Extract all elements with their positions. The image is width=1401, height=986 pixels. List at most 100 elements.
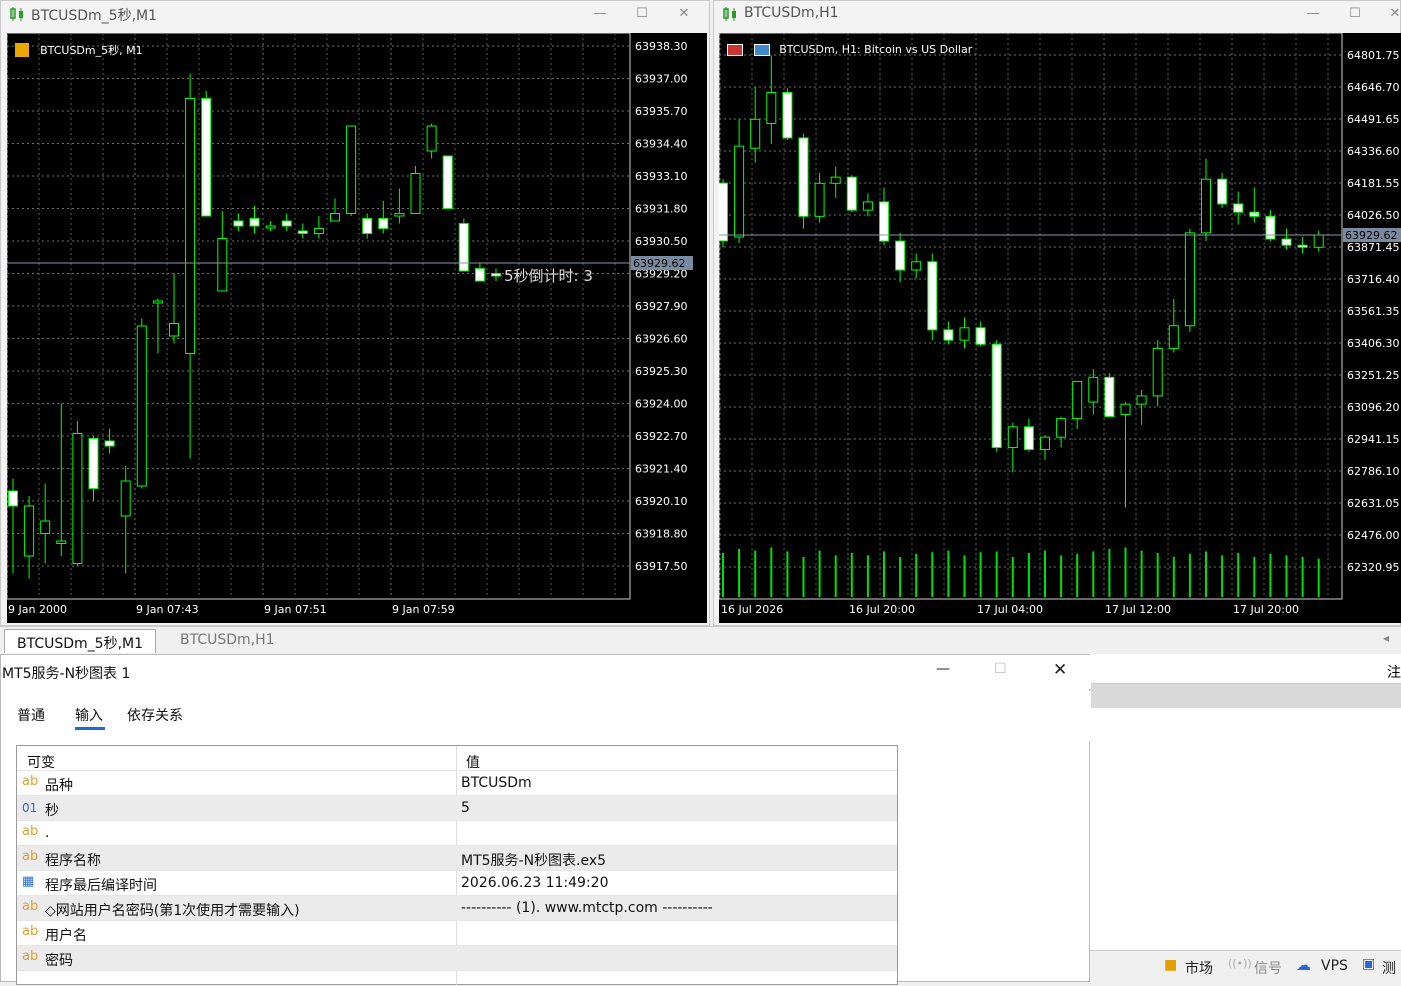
price-tick-label: 62320.95 xyxy=(1347,561,1400,574)
tab-inputs[interactable]: 输入 xyxy=(75,705,103,725)
candle-body xyxy=(750,118,761,149)
price-tick-label: 64801.75 xyxy=(1347,49,1400,62)
right-chart-window[interactable]: BTCUSDm,H1 — ☐ ✕ 64801.75 64646.70 64491.6… xyxy=(713,0,1401,626)
right-chart-area[interactable]: 64801.75 64646.70 64491.65 64336.60 64181.55… xyxy=(719,33,1401,623)
close-icon[interactable]: ✕ xyxy=(677,7,691,21)
price-tick-label: 63934.40 xyxy=(635,138,688,151)
candle-body xyxy=(991,343,1002,448)
left-window-titlebar[interactable]: BTCUSDm_5秒,M1 — ☐ ✕ xyxy=(1,1,709,29)
cpu-icon: ▣ xyxy=(1362,956,1376,972)
string-type-icon: ab xyxy=(22,899,39,914)
chart-tab-bar: BTCUSDm_5秒,M1 BTCUSDm,H1 ◂ xyxy=(0,626,1401,654)
left-chart-window[interactable]: BTCUSDm_5秒,M1 — ☐ ✕ 63938.30 63937.00 6393… xyxy=(0,0,710,626)
string-type-icon: ab xyxy=(22,849,39,864)
candle-body xyxy=(56,540,67,544)
price-tick-label: 63933.10 xyxy=(635,170,688,183)
vps-label[interactable]: VPS xyxy=(1321,958,1348,974)
table-row[interactable]: ▦ 程序最后编译时间 2026.06.23 11:49:20 xyxy=(17,871,897,896)
candle-body xyxy=(1201,178,1211,234)
candle-body xyxy=(152,300,163,304)
tab-btcusdm-5s[interactable]: BTCUSDm_5秒,M1 xyxy=(4,629,157,653)
tab-general[interactable]: 普通 xyxy=(17,705,45,725)
table-row[interactable]: ab ◇网站用户名密码(第1次使用才需要输入) ---------- (1). ww… xyxy=(17,896,897,921)
cloud-icon: ☁ xyxy=(1296,956,1311,974)
close-icon[interactable]: ✕ xyxy=(1053,660,1067,680)
market-label[interactable]: 市场 xyxy=(1185,958,1213,978)
dialog-titlebar[interactable]: MT5服务-N秒图表 1 — ☐ ✕ xyxy=(1,655,1091,689)
candle-body xyxy=(1217,178,1228,205)
right-lower-pane: 注 xyxy=(1090,654,1401,982)
string-type-icon: ab xyxy=(22,949,39,964)
row-name: 程序名称 xyxy=(45,853,101,869)
pane-header-label: 注 xyxy=(1387,665,1401,681)
maximize-icon[interactable]: ☐ xyxy=(1348,7,1362,21)
candle-body xyxy=(1088,376,1099,403)
table-row[interactable]: ab 品种 BTCUSDm xyxy=(17,771,897,796)
candle-body xyxy=(1136,395,1147,405)
price-tick-label: 63716.40 xyxy=(1347,273,1400,286)
candle-body xyxy=(426,125,437,152)
candle-body xyxy=(265,225,276,229)
candle-body xyxy=(297,230,308,234)
row-value[interactable]: BTCUSDm xyxy=(461,775,532,791)
price-tick-label: 62786.10 xyxy=(1347,465,1400,478)
right-window-titlebar[interactable]: BTCUSDm,H1 — ☐ ✕ xyxy=(714,1,1400,29)
right-window-title: BTCUSDm,H1 xyxy=(744,5,839,21)
minimize-icon[interactable]: — xyxy=(1306,7,1320,21)
price-tick-label: 64646.70 xyxy=(1347,81,1400,94)
price-tick-label: 63871.45 xyxy=(1347,241,1400,254)
row-value[interactable]: 2026.06.23 11:49:20 xyxy=(461,875,609,891)
candle-body xyxy=(1297,244,1308,248)
left-chart-label: BTCUSDm_5秒, M1 xyxy=(40,43,143,57)
minimize-icon[interactable]: — xyxy=(936,661,950,677)
row-value[interactable]: ---------- (1). www.mtctp.com ---------- xyxy=(461,900,713,916)
price-tick-label: 62631.05 xyxy=(1347,497,1400,510)
candle-body xyxy=(1056,418,1067,438)
test-label[interactable]: 测 xyxy=(1382,958,1396,978)
candle-body xyxy=(1040,436,1050,451)
tab-dependencies[interactable]: 依存关系 xyxy=(127,705,183,725)
lock-icon: ■ xyxy=(1164,957,1178,973)
candle-body xyxy=(927,261,938,331)
left-chart-label-row: BTCUSDm_5秒, M1 xyxy=(15,39,143,58)
price-tick-label: 63406.30 xyxy=(1347,337,1400,350)
candlestick-icon xyxy=(723,7,736,21)
candle-body xyxy=(895,240,906,271)
table-row[interactable]: ab 程序名称 MT5服务-N秒图表.ex5 xyxy=(17,846,897,871)
price-tick-label: 63251.25 xyxy=(1347,369,1400,382)
candle-body xyxy=(491,273,501,277)
row-name: . xyxy=(45,825,50,841)
scroll-left-icon[interactable]: ◂ xyxy=(1383,631,1389,645)
candle-body xyxy=(185,98,196,354)
price-tick-label: 63917.50 xyxy=(635,560,688,573)
properties-dialog[interactable]: MT5服务-N秒图表 1 — ☐ ✕ 普通 输入 依存关系 可变 值 ab 品种 B… xyxy=(0,654,1091,986)
time-tick-label: 9 Jan 07:59 xyxy=(392,603,455,616)
candle-body xyxy=(233,220,244,227)
current-price-label: 63929.62 xyxy=(1345,229,1398,242)
time-tick-label: 9 Jan 2000 xyxy=(8,603,67,616)
price-tick-label: 64491.65 xyxy=(1347,113,1400,126)
row-value[interactable]: MT5服务-N秒图表.ex5 xyxy=(461,850,606,870)
table-row[interactable]: ab. xyxy=(17,821,897,846)
candle-body xyxy=(313,228,324,234)
row-name: 密码 xyxy=(45,953,73,969)
candle-body xyxy=(1249,211,1260,217)
signal-label[interactable]: 信号 xyxy=(1254,958,1282,978)
minimize-icon[interactable]: — xyxy=(593,7,607,21)
status-bar: ■ 市场 ((•)) 信号 ☁ VPS ▣ 测 xyxy=(1090,950,1401,982)
close-icon[interactable]: ✕ xyxy=(1388,7,1401,21)
table-row[interactable]: 01 秒 5 xyxy=(17,796,897,821)
tab-btcusdm-h1[interactable]: BTCUSDm,H1 xyxy=(168,629,287,653)
right-chart-label-row: BTCUSDm, H1: Bitcoin vs US Dollar xyxy=(727,39,972,58)
candle-body xyxy=(217,238,228,292)
grid-header: 可变 值 xyxy=(17,746,897,771)
time-tick-label: 16 Jul 2026 xyxy=(721,603,783,616)
left-chart-area[interactable]: 63938.30 63937.00 63935.70 63934.40 63933.10… xyxy=(7,33,707,623)
table-row[interactable]: ab 用户名 xyxy=(17,921,897,946)
price-tick-label: 63926.60 xyxy=(635,333,688,346)
candle-body xyxy=(394,213,405,217)
table-row[interactable]: ab 密码 xyxy=(17,946,897,971)
maximize-icon[interactable]: ☐ xyxy=(635,7,649,21)
row-value[interactable]: 5 xyxy=(461,800,470,816)
maximize-icon[interactable]: ☐ xyxy=(994,661,1007,677)
